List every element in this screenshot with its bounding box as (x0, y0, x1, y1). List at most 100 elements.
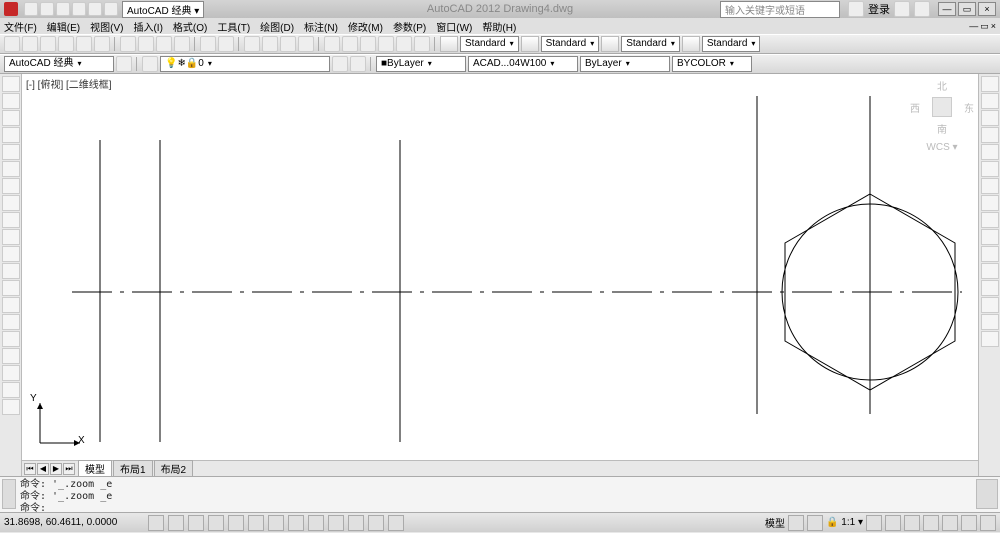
doc-close-button[interactable]: × (991, 21, 996, 32)
circle-tool-icon[interactable] (2, 178, 20, 194)
toolbar-lock-icon[interactable] (923, 515, 939, 531)
linetype-dropdown[interactable]: ACAD...04W100 (468, 56, 578, 72)
table-tool-icon[interactable] (2, 365, 20, 381)
dimstyle-dropdown[interactable]: Standard (541, 36, 600, 52)
revcloud-tool-icon[interactable] (2, 195, 20, 211)
mirror-tool-icon[interactable] (981, 110, 999, 126)
addselected-tool-icon[interactable] (2, 399, 20, 415)
menu-help[interactable]: 帮助(H) (482, 19, 516, 34)
ellipse-arc-icon[interactable] (2, 246, 20, 262)
markup-icon[interactable] (396, 36, 412, 52)
menu-format[interactable]: 格式(O) (173, 19, 207, 34)
cmdline-scroll-icon[interactable] (976, 479, 998, 509)
plotstyle-dropdown[interactable]: BYCOLOR (672, 56, 752, 72)
clean-screen-icon[interactable] (980, 515, 996, 531)
quickview-drawings-icon[interactable] (807, 515, 823, 531)
redo-icon[interactable] (104, 2, 118, 16)
properties-icon[interactable] (324, 36, 340, 52)
new-icon[interactable] (24, 2, 38, 16)
cut-icon[interactable] (120, 36, 136, 52)
space-label[interactable]: 模型 (765, 515, 785, 530)
polar-toggle-icon[interactable] (208, 515, 224, 531)
undo-btn-icon[interactable] (200, 36, 216, 52)
zoom-previous-icon[interactable] (298, 36, 314, 52)
exchange-icon[interactable] (894, 1, 910, 17)
cmd-prompt[interactable]: 命令: (20, 503, 972, 515)
move-tool-icon[interactable] (981, 161, 999, 177)
match-props-icon[interactable] (174, 36, 190, 52)
workspace-selector[interactable]: AutoCAD 经典 ▾ (122, 1, 204, 18)
scale-tool-icon[interactable] (981, 195, 999, 211)
save-icon[interactable] (56, 2, 70, 16)
designcenter-icon[interactable] (342, 36, 358, 52)
copy-tool-icon[interactable] (981, 93, 999, 109)
copy-icon[interactable] (138, 36, 154, 52)
line-tool-icon[interactable] (2, 76, 20, 92)
sc-toggle-icon[interactable] (388, 515, 404, 531)
dimstyle-icon[interactable] (521, 36, 539, 52)
hardware-accel-icon[interactable] (942, 515, 958, 531)
menu-view[interactable]: 视图(V) (90, 19, 123, 34)
doc-maximize-button[interactable]: ▭ (980, 21, 989, 32)
dyn-toggle-icon[interactable] (308, 515, 324, 531)
tab-last-icon[interactable]: ⏭ (63, 463, 75, 475)
coords-readout[interactable]: 31.8698, 60.4611, 0.0000 (4, 517, 144, 528)
stretch-tool-icon[interactable] (981, 212, 999, 228)
menu-insert[interactable]: 插入(I) (133, 19, 162, 34)
grid-toggle-icon[interactable] (168, 515, 184, 531)
close-button[interactable]: × (978, 2, 996, 16)
open-icon[interactable] (40, 2, 54, 16)
drawing-canvas[interactable]: [-] [俯视] [二维线框] 北 西 东 南 WCS ▾ (22, 74, 978, 476)
layer-dropdown[interactable]: 💡❄🔒 0 (160, 56, 330, 72)
region-tool-icon[interactable] (2, 348, 20, 364)
tab-next-icon[interactable]: ▶ (50, 463, 62, 475)
layer-state-icon[interactable] (350, 56, 366, 72)
snap-toggle-icon[interactable] (148, 515, 164, 531)
mleaderstyle-dropdown[interactable]: Standard (702, 36, 761, 52)
trim-tool-icon[interactable] (981, 229, 999, 245)
pan-icon[interactable] (244, 36, 260, 52)
qp-toggle-icon[interactable] (368, 515, 384, 531)
otrack-toggle-icon[interactable] (268, 515, 284, 531)
anno-autoscale-icon[interactable] (885, 515, 901, 531)
zoom-realtime-icon[interactable] (262, 36, 278, 52)
redo-btn-icon[interactable] (218, 36, 234, 52)
doc-minimize-button[interactable]: — (969, 21, 978, 32)
ellipse-tool-icon[interactable] (2, 229, 20, 245)
preview-icon[interactable] (76, 36, 92, 52)
arc-tool-icon[interactable] (2, 161, 20, 177)
erase-tool-icon[interactable] (981, 76, 999, 92)
menu-param[interactable]: 参数(P) (393, 19, 426, 34)
minimize-button[interactable]: — (938, 2, 956, 16)
login-label[interactable]: 登录 (868, 1, 890, 17)
osnap3d-toggle-icon[interactable] (248, 515, 264, 531)
anno-scale[interactable]: 1:1 (841, 517, 855, 528)
toolpalettes-icon[interactable] (360, 36, 376, 52)
tab-model[interactable]: 模型 (78, 460, 112, 477)
menu-draw[interactable]: 绘图(D) (260, 19, 294, 34)
offset-tool-icon[interactable] (981, 127, 999, 143)
publish-icon[interactable] (94, 36, 110, 52)
workspace-dropdown[interactable]: AutoCAD 经典 (4, 56, 114, 72)
mtext-tool-icon[interactable] (2, 382, 20, 398)
chamfer-tool-icon[interactable] (981, 297, 999, 313)
menu-tools[interactable]: 工具(T) (217, 19, 250, 34)
tab-layout1[interactable]: 布局1 (113, 460, 153, 477)
open-file-icon[interactable] (22, 36, 38, 52)
polygon-tool-icon[interactable] (2, 127, 20, 143)
quickview-layouts-icon[interactable] (788, 515, 804, 531)
tablestyle-icon[interactable] (601, 36, 619, 52)
paste-icon[interactable] (156, 36, 172, 52)
tab-first-icon[interactable]: ⏮ (24, 463, 36, 475)
new-file-icon[interactable] (4, 36, 20, 52)
isolate-objects-icon[interactable] (961, 515, 977, 531)
polyline-tool-icon[interactable] (2, 110, 20, 126)
ducs-toggle-icon[interactable] (288, 515, 304, 531)
construction-line-icon[interactable] (2, 93, 20, 109)
join-tool-icon[interactable] (981, 280, 999, 296)
user-icon[interactable] (848, 1, 864, 17)
cmdline-handle-icon[interactable] (2, 479, 16, 509)
anno-visibility-icon[interactable] (866, 515, 882, 531)
ortho-toggle-icon[interactable] (188, 515, 204, 531)
zoom-window-icon[interactable] (280, 36, 296, 52)
